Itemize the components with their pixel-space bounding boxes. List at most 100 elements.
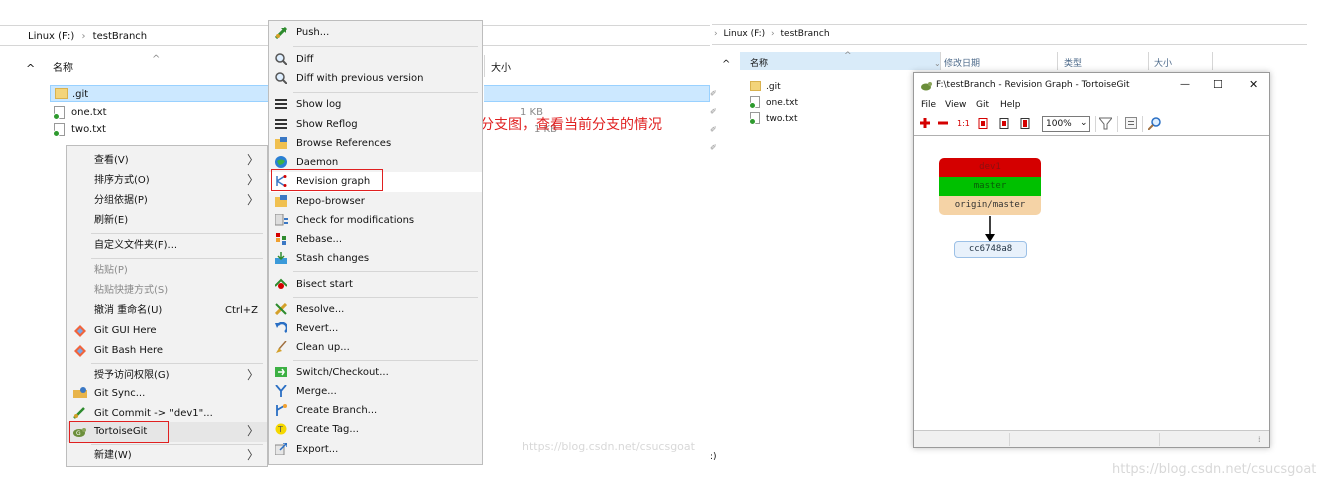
menu-file[interactable]: File (921, 101, 936, 110)
column-header-size[interactable]: 大小 (1154, 60, 1172, 69)
menu-item-label: Git Commit -> "dev1"... (94, 408, 213, 419)
zoom-in-icon[interactable] (920, 118, 932, 130)
file-row-one[interactable]: one.txt (749, 96, 900, 111)
breadcrumb-folder[interactable]: testBranch (93, 31, 147, 42)
submenu-item-rebase[interactable]: Rebase... (269, 230, 482, 250)
sort-ascending-icon: ^ (152, 54, 161, 65)
menu-item-git-bash-here[interactable]: Git Bash Here (67, 341, 267, 361)
menu-item-label: Create Tag... (296, 424, 359, 435)
menu-item-new[interactable]: 新建(W) 〉 (67, 446, 267, 466)
maximize-button[interactable]: ☐ (1213, 79, 1223, 90)
collapse-caret-icon[interactable]: ^ (26, 63, 35, 74)
submenu-item-push[interactable]: Push... (269, 23, 482, 43)
breadcrumb[interactable]: › Linux (F:) › testBranch (714, 30, 830, 39)
menu-item-grant-access[interactable]: 授予访问权限(G) 〉 (67, 366, 267, 386)
window-title: F:\testBranch - Revision Graph - Tortois… (936, 80, 1130, 90)
submenu-item-merge[interactable]: Merge... (269, 382, 482, 402)
submenu-item-bisect[interactable]: Bisect start (269, 275, 482, 295)
file-row-git-ext (484, 85, 710, 102)
file-name: one.txt (766, 98, 798, 108)
menu-item-sort[interactable]: 排序方式(O) 〉 (67, 171, 267, 191)
folder-icon (55, 88, 68, 99)
menu-view[interactable]: View (945, 101, 966, 110)
status-ok-icon (53, 130, 60, 137)
column-header-type[interactable]: 类型 (1064, 60, 1082, 69)
column-header-name[interactable]: 名称 (750, 60, 768, 69)
pin-icon: ✐ (710, 125, 717, 134)
breadcrumb-drive[interactable]: Linux (F:) (723, 29, 765, 39)
close-button[interactable]: ✕ (1249, 79, 1258, 90)
submenu-item-repo-browser[interactable]: Repo-browser (269, 192, 482, 212)
resize-grip-icon[interactable]: ⁞ (1258, 436, 1261, 444)
fit-width-icon[interactable] (978, 118, 990, 130)
file-name: two.txt (71, 124, 106, 135)
file-row-two[interactable]: two.txt (50, 121, 270, 138)
submenu-item-revert[interactable]: Revert... (269, 319, 482, 339)
menu-item-label: Repo-browser (296, 196, 365, 207)
submenu-item-switch-checkout[interactable]: Switch/Checkout... (269, 363, 482, 383)
menu-git[interactable]: Git (976, 101, 989, 110)
file-row-git[interactable]: .git (750, 80, 900, 95)
submenu-arrow-icon: 〉 (246, 368, 259, 382)
menu-item-label: Git Sync... (94, 388, 146, 399)
submenu-item-resolve[interactable]: Resolve... (269, 300, 482, 320)
menu-separator (293, 297, 478, 298)
submenu-item-browse-references[interactable]: Browse References (269, 134, 482, 154)
browse-references-icon (275, 137, 287, 149)
submenu-item-check-modifications[interactable]: Check for modifications (269, 211, 482, 231)
column-header-modified[interactable]: 修改日期 (944, 60, 980, 69)
breadcrumb-drive[interactable]: Linux (F:) (28, 31, 74, 42)
menu-item-undo-rename[interactable]: 撤消 重命名(U) Ctrl+Z (67, 301, 267, 321)
menu-item-label: Daemon (296, 157, 339, 168)
submenu-item-export[interactable]: Export... (269, 440, 482, 460)
zoom-out-icon[interactable] (938, 118, 950, 130)
ref-box-dev1[interactable]: dev1 (939, 158, 1041, 177)
zoom-select[interactable]: 100% ⌄ (1042, 116, 1090, 132)
file-row-one[interactable]: one.txt (50, 104, 270, 121)
submenu-item-diff[interactable]: Diff (269, 50, 482, 70)
menu-item-view[interactable]: 查看(V) 〉 (67, 151, 267, 171)
submenu-item-stash[interactable]: Stash changes (269, 249, 482, 269)
menu-item-customize-folder[interactable]: 自定义文件夹(F)... (67, 236, 267, 256)
filter-icon[interactable] (1097, 117, 1114, 130)
menu-item-git-sync[interactable]: Git Sync... (67, 384, 267, 404)
minimize-button[interactable]: — (1180, 80, 1190, 90)
menu-help[interactable]: Help (1000, 101, 1021, 110)
submenu-item-clean-up[interactable]: Clean up... (269, 338, 482, 358)
column-header-name[interactable]: 名称 (53, 64, 73, 74)
search-icon[interactable] (1147, 117, 1161, 131)
zoom-100-icon[interactable]: 1:1 (957, 120, 970, 128)
menu-item-label: 撤消 重命名(U) (94, 305, 163, 316)
pin-icon: ✐ (710, 143, 717, 152)
fit-window-icon[interactable] (1020, 118, 1032, 130)
file-row-two[interactable]: two.txt (749, 112, 900, 127)
collapse-caret-icon[interactable]: ^ (722, 60, 730, 70)
file-icon (53, 123, 65, 137)
menu-item-refresh[interactable]: 刷新(E) (67, 211, 267, 231)
watermark: https://blog.csdn.net/csucsgoat (1112, 462, 1317, 477)
file-row-git[interactable]: .git (50, 85, 270, 102)
menu-item-group[interactable]: 分组依据(P) 〉 (67, 191, 267, 211)
submenu-item-create-tag[interactable]: T Create Tag... (269, 420, 482, 440)
show-list-icon[interactable] (1125, 117, 1137, 129)
highlight-box-revision-graph (271, 169, 383, 191)
menu-item-label: Resolve... (296, 304, 345, 315)
breadcrumb-folder[interactable]: testBranch (781, 29, 830, 39)
submenu-item-show-log[interactable]: Show log (269, 95, 482, 115)
submenu-item-show-reflog[interactable]: Show Reflog (269, 115, 482, 135)
commit-node[interactable]: cc6748a8 (954, 241, 1027, 258)
title-bar[interactable]: F:\testBranch - Revision Graph - Tortois… (914, 73, 1269, 97)
menu-item-git-gui-here[interactable]: Git GUI Here (67, 321, 267, 341)
submenu-item-diff-prev[interactable]: Diff with previous version (269, 69, 482, 89)
breadcrumb[interactable]: Linux (F:) › testBranch (28, 32, 147, 42)
fit-height-icon[interactable] (999, 118, 1011, 130)
status-ok-icon (749, 118, 756, 125)
repo-browser-icon (275, 195, 287, 207)
menu-item-label: 排序方式(O) (94, 175, 150, 186)
ref-box-master[interactable]: master (939, 177, 1041, 196)
ref-box-origin-master[interactable]: origin/master (939, 196, 1041, 215)
menu-item-label: 粘贴快捷方式(S) (94, 285, 169, 296)
submenu-item-create-branch[interactable]: Create Branch... (269, 401, 482, 421)
column-header-size[interactable]: 大小 (491, 64, 511, 74)
menu-item-label: Diff (296, 54, 314, 65)
